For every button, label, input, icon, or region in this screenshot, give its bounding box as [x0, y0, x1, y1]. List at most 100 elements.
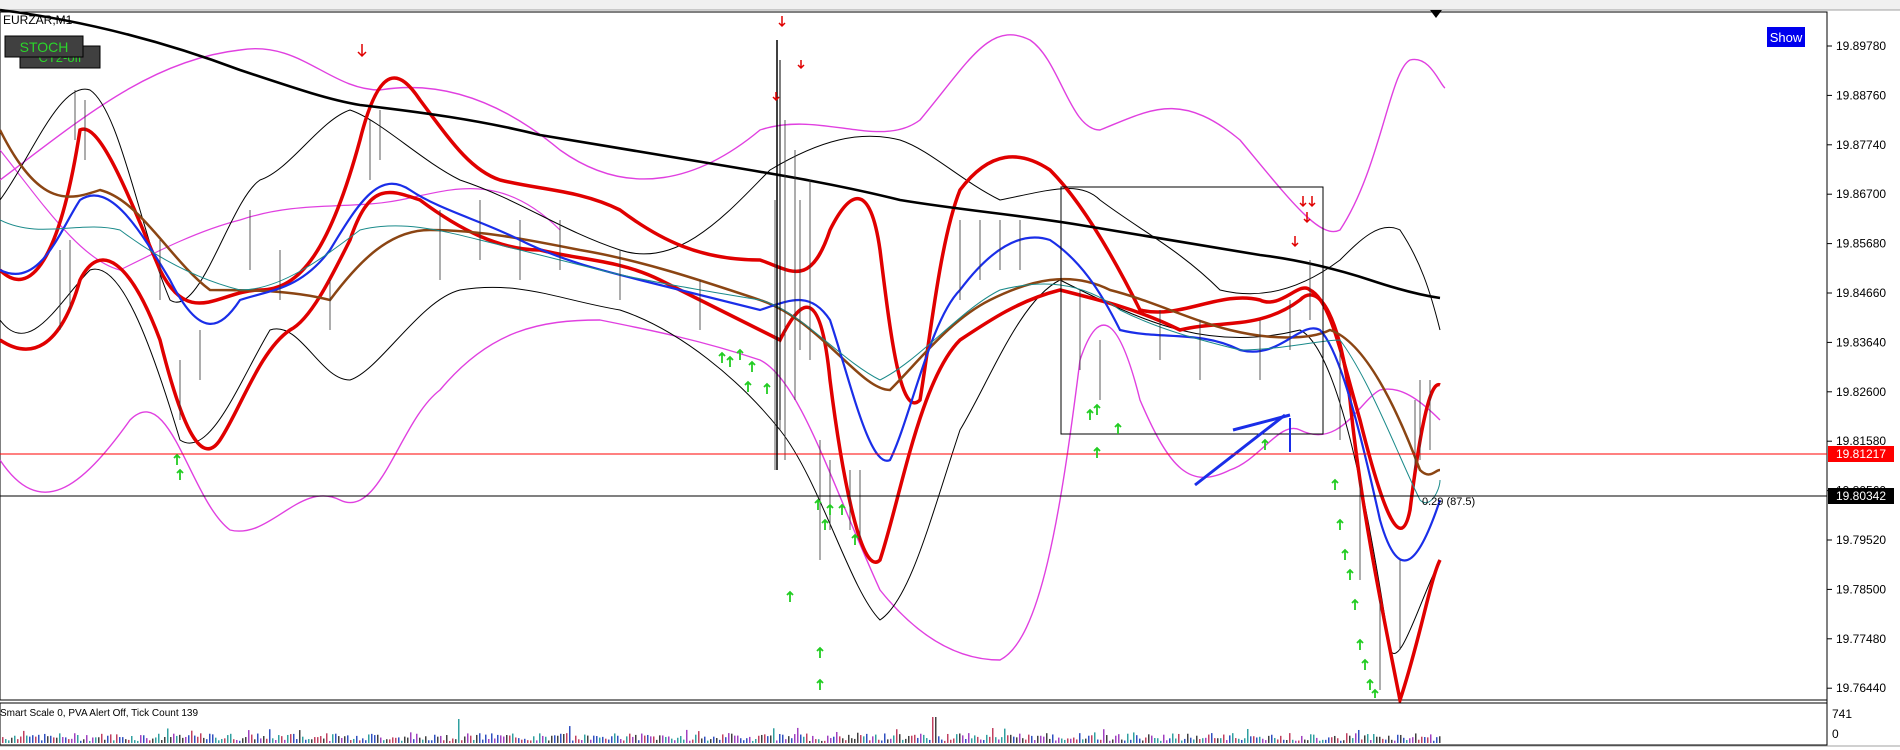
volume-bar: [1421, 736, 1423, 743]
volume-bar: [635, 734, 637, 743]
volume-bar: [152, 738, 154, 743]
volume-panel[interactable]: [0, 702, 1828, 746]
volume-bar: [131, 736, 133, 743]
volume-bar: [848, 734, 850, 743]
volume-bar: [419, 737, 421, 743]
volume-bar: [1334, 735, 1336, 743]
volume-bar: [188, 735, 190, 743]
stoch-button[interactable]: STOCH: [4, 35, 84, 58]
price-tick-label: 19.85680: [1836, 237, 1886, 251]
volume-bar: [605, 738, 607, 743]
volume-bar: [320, 736, 322, 743]
volume-bar: [1004, 728, 1006, 743]
volume-bar: [650, 736, 652, 743]
volume-bar: [1385, 739, 1387, 743]
volume-bar: [1289, 733, 1291, 743]
volume-bar: [203, 737, 205, 743]
volume-bar: [98, 737, 100, 743]
volume-bar: [947, 733, 949, 743]
volume-bar: [212, 734, 214, 743]
show-button[interactable]: Show: [1767, 27, 1805, 47]
volume-bar: [68, 739, 70, 743]
volume-bar: [1322, 739, 1324, 743]
volume-bar: [884, 733, 886, 743]
volume-bar: [215, 737, 217, 743]
volume-bar: [122, 737, 124, 743]
volume-bar: [500, 735, 502, 743]
volume-bar: [44, 733, 46, 743]
volume-bar: [404, 736, 406, 743]
volume-bar: [566, 733, 568, 743]
volume-bar: [1415, 733, 1417, 743]
volume-bar: [1136, 735, 1138, 743]
volume-bar: [809, 740, 811, 743]
volume-bar: [1319, 740, 1321, 743]
volume-bar: [632, 736, 634, 743]
volume-bar: [1208, 734, 1210, 743]
volume-bar: [644, 735, 646, 743]
volume-bar: [143, 735, 145, 743]
volume-bar: [803, 736, 805, 743]
volume-bar: [65, 737, 67, 743]
price-axis[interactable]: 19.89780 19.88760 19.87740 19.86700 19.85680…: [1827, 39, 1886, 695]
volume-bar: [1139, 738, 1141, 743]
volume-bar: [416, 733, 418, 743]
volume-bar: [620, 739, 622, 743]
volume-bar: [512, 733, 514, 743]
volume-bar: [1067, 738, 1069, 743]
volume-bar: [80, 740, 82, 743]
volume-bar: [281, 736, 283, 743]
volume-bar: [458, 719, 460, 743]
volume-bar: [983, 739, 985, 743]
volume-bar: [353, 738, 355, 743]
volume-bar: [833, 736, 835, 743]
volume-bar: [968, 733, 970, 743]
volume-bar: [845, 740, 847, 743]
volume-bar: [692, 739, 694, 743]
volume-bar: [53, 737, 55, 743]
volume-bar: [1196, 735, 1198, 743]
volume-bar: [1367, 734, 1369, 743]
volume-bar: [1328, 737, 1330, 743]
volume-bar: [1142, 740, 1144, 743]
volume-bar: [137, 740, 139, 743]
volume-bar: [1121, 739, 1123, 743]
volume-bar: [1055, 740, 1057, 743]
volume-bar: [5, 739, 7, 743]
volume-bar: [503, 736, 505, 743]
volume-bar: [539, 733, 541, 743]
main-plot-area[interactable]: [0, 11, 1828, 701]
volume-bar: [380, 737, 382, 743]
volume-bar: [560, 733, 562, 743]
volume-bar: [401, 740, 403, 743]
volume-bar: [1073, 737, 1075, 743]
price-chart[interactable]: EURZAR,M1 CT2-off STOCH Show: [0, 0, 1900, 750]
volume-bar: [1010, 734, 1012, 743]
volume-bar: [1424, 737, 1426, 743]
volume-bar: [995, 737, 997, 743]
volume-bar: [689, 740, 691, 743]
volume-bar: [878, 739, 880, 743]
volume-bar: [1124, 740, 1126, 743]
volume-bar: [1148, 734, 1150, 743]
volume-bar: [797, 727, 799, 743]
toolbar-strip: [0, 0, 1900, 10]
volume-bar: [665, 736, 667, 743]
volume-bar: [1304, 739, 1306, 743]
volume-bar: [869, 740, 871, 743]
volume-bar: [338, 736, 340, 743]
volume-bar: [608, 739, 610, 743]
volume-bar: [548, 740, 550, 743]
volume-bar: [1214, 738, 1216, 743]
volume-bar: [1082, 739, 1084, 743]
volume-bar: [914, 734, 916, 743]
volume-bar: [542, 735, 544, 743]
volume-bar: [1034, 740, 1036, 743]
volume-bar: [116, 734, 118, 743]
volume-bar: [56, 737, 58, 743]
volume-bar: [227, 735, 229, 743]
volume-bar: [1046, 733, 1048, 743]
last-price-tag-label: 19.80342: [1836, 489, 1886, 503]
volume-bar: [938, 736, 940, 743]
volume-bar: [161, 740, 163, 743]
